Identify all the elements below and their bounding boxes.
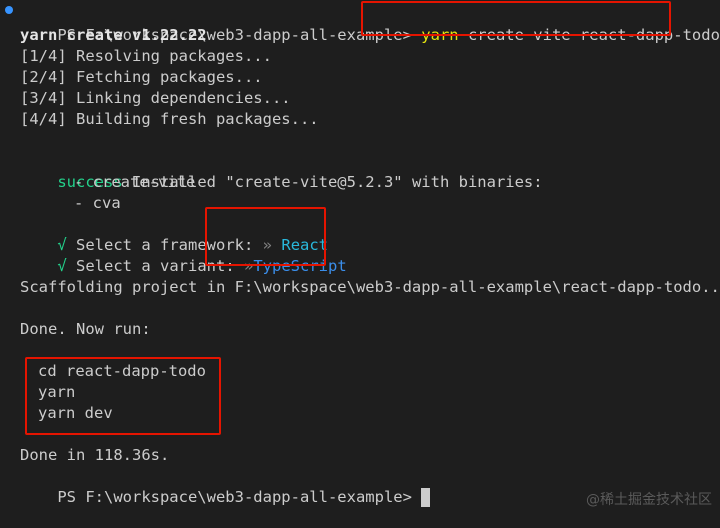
binary-item: - cva (74, 194, 121, 212)
success-line: success Installed "create-vite@5.2.3" wi… (0, 151, 542, 191)
binary-item: - create-vite (74, 173, 196, 191)
step-line: [3/4] Linking dependencies... (20, 89, 291, 107)
prompt-path: PS F:\workspace\web3-dapp-all-example> (57, 487, 412, 506)
text-cursor (421, 487, 431, 507)
watermark: @稀土掘金技术社区 (586, 492, 712, 508)
step-line: [4/4] Building fresh packages... (20, 110, 319, 128)
framework-highlight-box (205, 207, 326, 266)
final-prompt-line[interactable]: PS F:\workspace\web3-dapp-all-example> (0, 466, 431, 507)
done-now-run-line: Done. Now run: (20, 320, 151, 338)
step-line: [1/4] Resolving packages... (20, 47, 272, 65)
terminal-panel[interactable]: PS F:\workspace\web3-dapp-all-example> y… (0, 0, 720, 515)
check-icon: √ (57, 256, 67, 275)
yarn-version-line: yarn create v1.22.22 (20, 26, 207, 44)
scaffolding-line: Scaffolding project in F:\workspace\web3… (20, 278, 720, 296)
step-line: [2/4] Fetching packages... (20, 68, 263, 86)
command-highlight-box (361, 1, 671, 36)
run-commands-highlight-box (25, 357, 221, 435)
done-time-line: Done in 118.36s. (20, 446, 170, 464)
